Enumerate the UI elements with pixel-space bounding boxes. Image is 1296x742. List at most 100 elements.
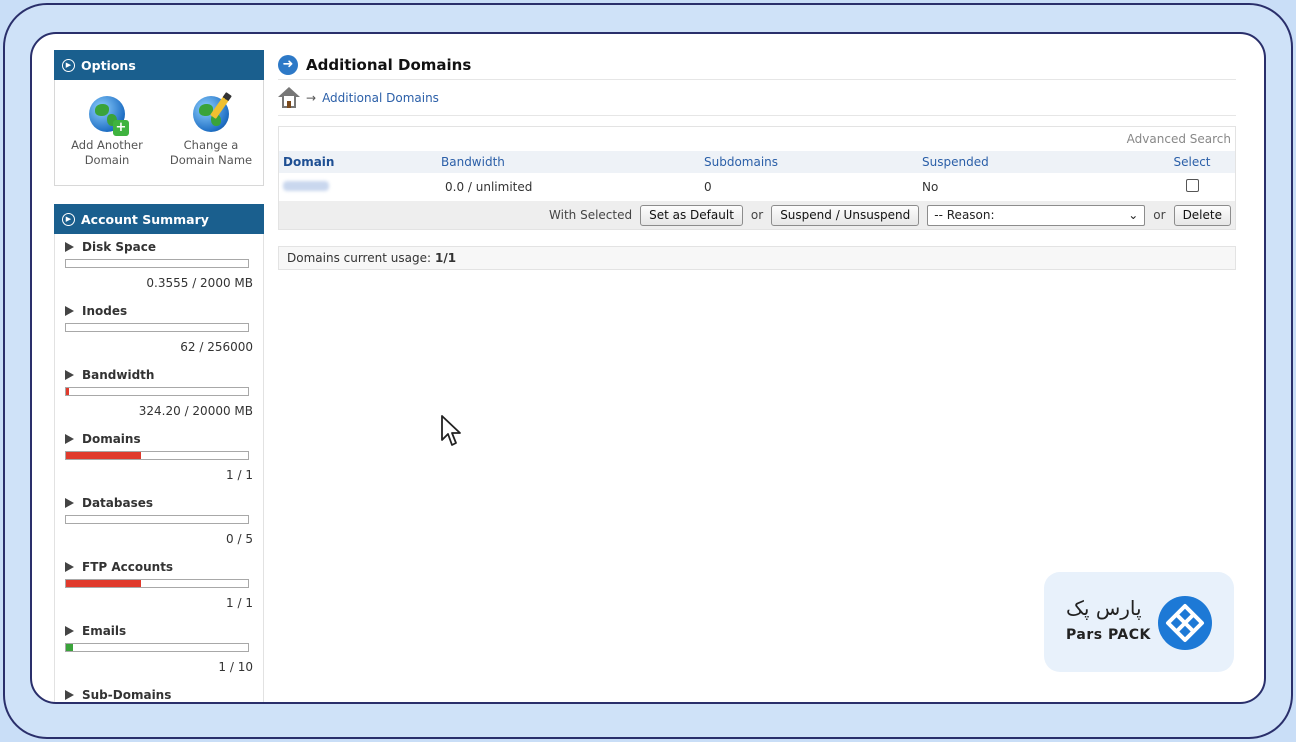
triangle-icon — [65, 562, 74, 572]
summary-title: Databases — [82, 496, 154, 510]
summary-title: Inodes — [82, 304, 128, 318]
brand-name-en: Pars PACK — [1066, 627, 1151, 643]
breadcrumb-link[interactable]: Additional Domains — [322, 91, 439, 105]
triangle-icon — [65, 306, 74, 316]
summary-title: FTP Accounts — [82, 560, 174, 574]
column-header-select[interactable]: Select — [1149, 155, 1235, 169]
parspack-logo-icon — [1158, 596, 1212, 650]
summary-value: 1 / 10 — [218, 660, 253, 674]
chevron-down-icon: ⌄ — [1128, 208, 1139, 222]
summary-value: 1 / 1 — [226, 596, 253, 610]
table-header: Domain Bandwidth Subdomains Suspended Se… — [279, 151, 1235, 173]
app-window: ▶ Options + Add Another Domain Change a … — [30, 32, 1266, 704]
summary-item: Sub-Domains — [65, 688, 253, 702]
breadcrumb: → Additional Domains — [278, 80, 1236, 116]
summary-value: 324.20 / 20000 MB — [138, 404, 253, 418]
change-domain-label: Change a Domain Name — [169, 138, 253, 167]
reason-select[interactable]: -- Reason: ⌄ — [927, 204, 1146, 226]
account-summary-header: ▶ Account Summary — [54, 204, 264, 234]
summary-title: Bandwidth — [82, 368, 155, 382]
page-title: Additional Domains — [306, 55, 472, 74]
column-header-suspended[interactable]: Suspended — [918, 155, 1149, 169]
summary-item: Inodes 62 / 256000 — [65, 304, 253, 354]
brand-name-fa: پارس پک — [1066, 596, 1142, 620]
column-header-subdomains[interactable]: Subdomains — [700, 155, 918, 169]
brand-watermark: پارس پک Pars PACK — [1044, 572, 1234, 672]
usage-bar — [65, 451, 249, 460]
reason-select-value: -- Reason: — [934, 208, 995, 222]
account-summary-title: Account Summary — [81, 211, 209, 227]
sidebar: ▶ Options + Add Another Domain Change a … — [54, 50, 264, 702]
summary-title: Domains — [82, 432, 141, 446]
circle-arrow-icon: ▶ — [62, 58, 75, 72]
summary-title: Sub-Domains — [82, 688, 172, 702]
home-icon[interactable] — [278, 86, 300, 109]
circle-arrow-icon: ▶ — [62, 212, 75, 226]
summary-value: 1 / 1 — [226, 468, 253, 482]
options-title: Options — [81, 57, 136, 73]
table-row: 0.0 / unlimited 0 No — [279, 173, 1235, 201]
usage-bar — [65, 387, 249, 396]
advanced-search-link[interactable]: Advanced Search — [1127, 132, 1231, 146]
usage-bar — [65, 515, 249, 524]
select-checkbox[interactable] — [1185, 179, 1199, 192]
mouse-cursor-icon — [441, 415, 461, 446]
bandwidth-cell: 0.0 / unlimited — [445, 180, 533, 194]
summary-value: 62 / 256000 — [180, 340, 253, 354]
change-domain-option[interactable]: Change a Domain Name — [163, 92, 259, 185]
summary-title: Disk Space — [82, 240, 156, 254]
triangle-icon — [65, 626, 74, 636]
suspend-unsuspend-button[interactable]: Suspend / Unsuspend — [771, 204, 920, 226]
usage-label: Domains current usage: — [287, 251, 431, 265]
usage-bar — [65, 259, 249, 268]
suspended-cell: No — [922, 180, 939, 194]
summary-item: Databases 0 / 5 — [65, 496, 253, 546]
arrow-right-circle-icon: ➜ — [278, 54, 298, 75]
globe-add-icon: + — [89, 96, 129, 136]
account-summary-panel: Disk Space 0.3555 / 2000 MB Inodes 62 / … — [54, 234, 264, 702]
breadcrumb-separator: → — [306, 90, 317, 105]
triangle-icon — [65, 242, 74, 252]
globe-edit-icon — [193, 92, 232, 132]
domains-table: Advanced Search Domain Bandwidth Subdoma… — [278, 126, 1236, 230]
usage-bar-fill — [66, 452, 141, 459]
usage-bar — [65, 643, 249, 652]
summary-item: FTP Accounts 1 / 1 — [65, 560, 253, 610]
usage-value: 1/1 — [435, 251, 457, 265]
with-selected-label: With Selected — [549, 208, 633, 222]
summary-value: 0 / 5 — [226, 532, 253, 546]
summary-item: Bandwidth 324.20 / 20000 MB — [65, 368, 253, 418]
column-header-domain[interactable]: Domain — [279, 155, 437, 169]
set-default-button[interactable]: Set as Default — [640, 204, 743, 226]
triangle-icon — [65, 434, 74, 444]
column-header-bandwidth[interactable]: Bandwidth — [437, 155, 700, 169]
triangle-icon — [65, 370, 74, 380]
page-header: ➜ Additional Domains — [278, 50, 1236, 80]
options-header: ▶ Options — [54, 50, 264, 80]
summary-title: Emails — [82, 624, 127, 638]
triangle-icon — [65, 498, 74, 508]
summary-item: Emails 1 / 10 — [65, 624, 253, 674]
add-domain-option[interactable]: + Add Another Domain — [59, 96, 155, 185]
options-panel: + Add Another Domain Change a Domain Nam… — [54, 80, 264, 186]
bulk-actions-row: With Selected Set as Default or Suspend … — [279, 201, 1235, 229]
usage-bar — [65, 579, 249, 588]
summary-value: 0.3555 / 2000 MB — [146, 276, 253, 290]
select-cell — [1149, 179, 1235, 195]
add-domain-label: Add Another Domain — [71, 138, 143, 167]
blurred-domain-name[interactable] — [283, 181, 329, 191]
usage-bar-fill — [66, 580, 141, 587]
domains-usage: Domains current usage: 1/1 — [278, 246, 1236, 270]
subdomains-cell: 0 — [704, 180, 712, 194]
domain-cell[interactable] — [279, 180, 437, 194]
or-label: or — [1153, 208, 1166, 222]
main-content: ➜ Additional Domains → Additional Domain… — [278, 50, 1236, 270]
usage-bar-fill — [66, 644, 74, 651]
usage-bar-fill — [66, 388, 69, 395]
or-label: or — [750, 208, 764, 222]
delete-button[interactable]: Delete — [1173, 204, 1231, 226]
summary-item: Disk Space 0.3555 / 2000 MB — [65, 240, 253, 290]
usage-bar — [65, 323, 249, 332]
triangle-icon — [65, 690, 74, 700]
summary-item: Domains 1 / 1 — [65, 432, 253, 482]
